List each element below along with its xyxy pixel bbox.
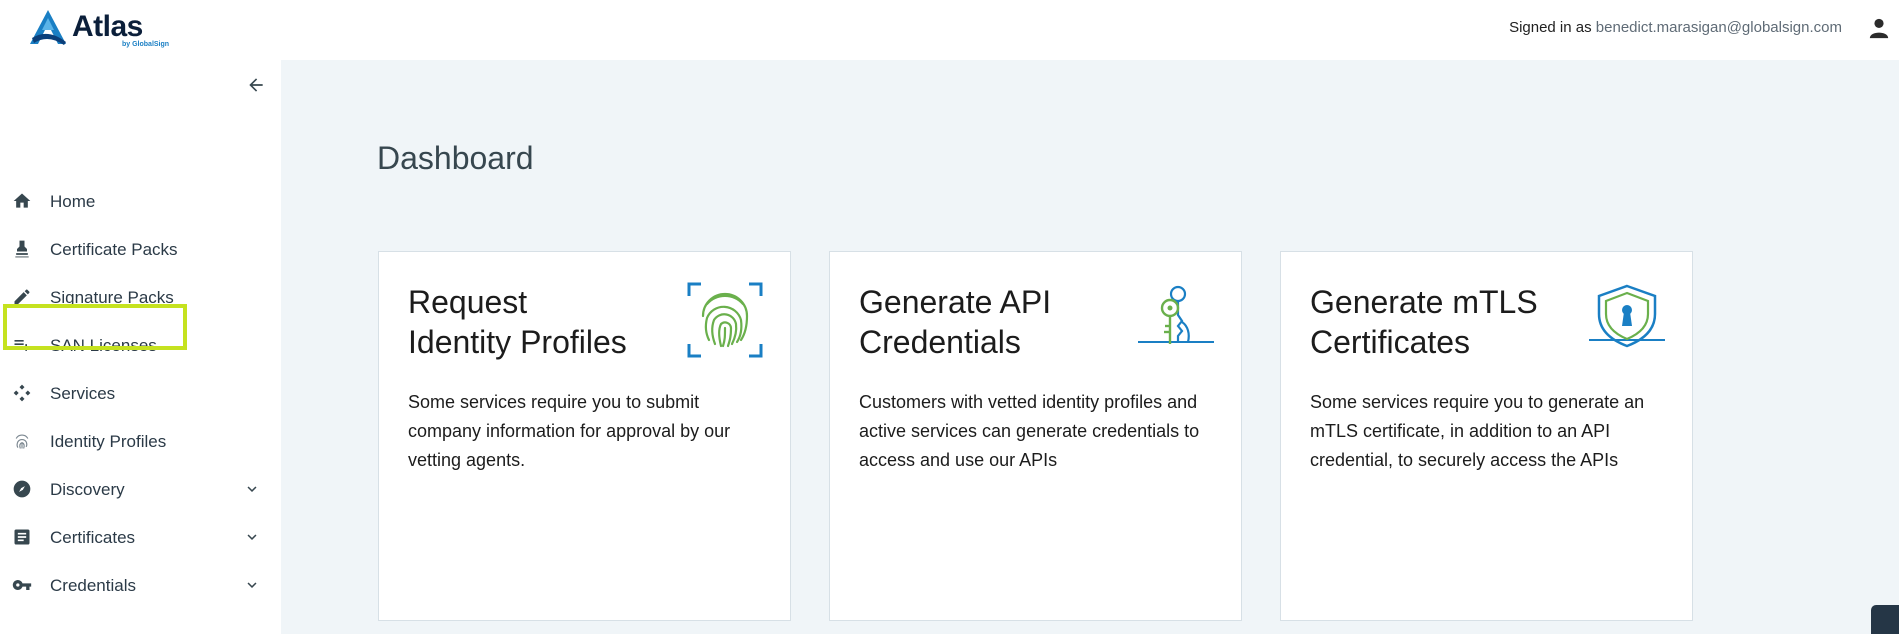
sidebar-item-label: Certificate Packs [50,240,178,259]
sidebar-item-label: Credentials [50,576,136,595]
sidebar-item-label: Services [50,384,116,403]
sidebar-item-label: Identity Profiles [50,432,167,451]
stamp-icon [15,240,29,258]
card-title-line: Request [408,284,528,320]
card-title-line: Certificates [1310,324,1471,360]
sidebar-item-label: Signature Packs [50,288,174,307]
logo-byline: by GlobalSign [122,41,170,48]
fingerprint-scan-icon [687,282,763,358]
sidebar-item-san-licenses[interactable]: SAN Licenses [0,325,281,365]
card-generate-mtls-certificates[interactable]: Generate mTLS Certificates Some services… [1280,251,1693,621]
card-title-line: Generate mTLS [1310,284,1538,320]
sidebar-item-credentials[interactable]: Credentials [0,565,281,605]
chevron-down-icon [247,534,257,540]
pencil-icon [14,289,30,305]
logo-wordmark: Atlas [72,10,143,43]
sidebar-item-label: SAN Licenses [50,336,157,355]
account-icon[interactable] [1868,17,1890,39]
shield-lock-icon [1589,284,1665,348]
user-email: benedict.marasigan@globalsign.com [1595,19,1842,36]
card-title: Generate mTLS Certificates [1310,282,1570,362]
keys-icon [1138,285,1214,344]
sidebar-item-certificates[interactable]: Certificates [0,517,281,557]
key-icon [12,580,32,590]
sidebar-item-label: Home [50,192,96,211]
sidebar-item-label: Certificates [50,528,136,547]
home-icon [13,193,31,208]
chevron-down-icon [247,582,257,588]
sidebar-item-certificate-packs[interactable]: Certificate Packs [0,229,281,269]
document-icon [14,529,30,545]
sidebar-item-signature-packs[interactable]: Signature Packs [0,277,281,317]
sidebar-item-discovery[interactable]: Discovery [0,469,281,509]
top-bar: Atlas by GlobalSign Signed in as benedic… [0,0,1899,60]
card-request-identity-profiles[interactable]: Request Identity Profiles Some services … [378,251,791,621]
chevron-down-icon [247,486,257,492]
atlas-logo-icon [30,10,66,45]
fingerprint-icon [15,434,29,449]
card-title-line: Identity Profiles [408,324,627,360]
card-title-line: Credentials [859,324,1021,360]
sidebar-item-label: Discovery [50,480,125,499]
card-title-line: Generate API [859,284,1052,320]
sidebar-item-home[interactable]: Home [0,181,281,221]
card-title: Request Identity Profiles [408,282,668,362]
compass-icon [13,480,31,498]
atlas-logo[interactable]: Atlas by GlobalSign [30,8,169,48]
arrow-left-icon[interactable] [246,75,266,95]
playlist-add-icon [14,340,30,351]
signed-in-label: Signed in as [1509,19,1592,36]
sidebar-item-services[interactable]: Services [0,373,281,413]
card-title: Generate API Credentials [859,282,1119,362]
chat-widget-tab[interactable] [1871,605,1899,634]
services-icon [13,384,31,402]
page-title: Dashboard [377,140,534,176]
main-content: Dashboard Request Identity Profiles Some… [281,60,1899,634]
card-description: Some services require you to generate an… [1310,392,1645,470]
card-generate-api-credentials[interactable]: Generate API Credentials Customers with … [829,251,1242,621]
signed-in-info: Signed in as benedict.marasigan@globalsi… [1509,19,1842,36]
card-description: Some services require you to submit comp… [408,392,731,470]
sidebar-item-identity-profiles[interactable]: Identity Profiles [0,421,281,461]
card-description: Customers with vetted identity profiles … [859,392,1200,470]
sidebar: Home Certificate Packs Signature Packs S… [0,60,281,634]
